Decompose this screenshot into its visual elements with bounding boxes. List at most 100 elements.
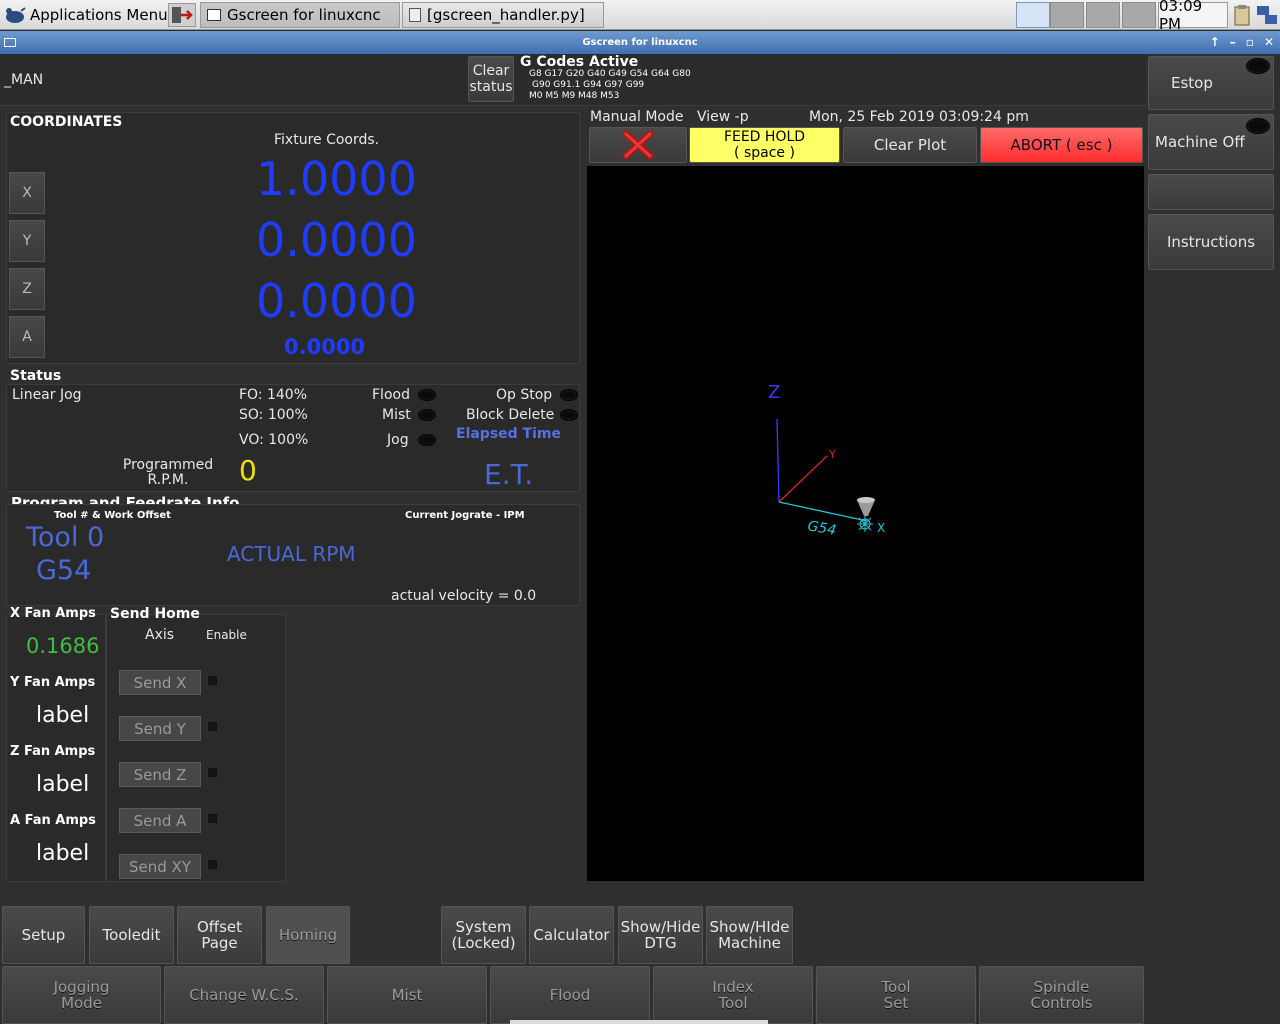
tool-set-button[interactable]: Tool Set [816,966,976,1024]
axis-y-button[interactable]: Y [9,220,45,262]
maximize-icon[interactable]: ▫ [1246,31,1254,54]
axis-a-button[interactable]: A [9,316,45,358]
block-delete-label: Block Delete [466,407,555,423]
logout-icon[interactable] [168,3,196,27]
coord-y-value: 0.0000 [256,213,417,267]
a-fan-value: label [36,841,90,866]
window-title: Gscreen for linuxcnc [582,37,698,48]
coord-z-value: 0.0000 [256,274,417,328]
op-stop-label: Op Stop [496,387,553,403]
abort-button[interactable]: ABORT ( esc ) [980,127,1143,163]
change-wcs-button[interactable]: Change W.C.S. [164,966,324,1024]
gcodes-title: G Codes Active [520,54,639,70]
send-z-enable[interactable] [208,768,217,777]
clock[interactable]: 03:09 PM [1158,0,1228,33]
send-x-enable[interactable] [208,676,217,685]
applications-menu[interactable]: Applications Menu [4,3,168,27]
mist-button[interactable]: Mist [327,966,487,1024]
clear-status-button[interactable]: Clear status [468,56,514,102]
send-xy-button[interactable]: Send XY [119,854,201,879]
spindle-controls-button[interactable]: Spindle Controls [979,966,1144,1024]
send-xy-enable[interactable] [208,860,217,869]
send-home-title: Send Home [110,606,200,622]
send-x-button[interactable]: Send X [119,670,201,695]
task-gscreen[interactable]: Gscreen for linuxcnc [200,2,400,28]
send-a-button[interactable]: Send A [119,808,201,833]
y-fan-value: label [36,703,90,728]
x-fan-value: 0.1686 [26,634,100,658]
flood-button[interactable]: Flood [490,966,650,1024]
xfce-mouse-icon [6,7,26,23]
send-y-enable[interactable] [208,722,217,731]
sticky-icon[interactable]: ↑ [1210,31,1220,54]
gcodes-line2: G90 G91.1 G94 G97 G99 [532,80,645,90]
task-gscreen-label: Gscreen for linuxcnc [227,6,381,24]
machine-off-label: Machine Off [1155,133,1245,151]
offset-page-button[interactable]: Offset Page [177,906,262,964]
jogging-mode-button[interactable]: Jogging Mode [2,966,161,1024]
send-home-axis-label: Axis [145,627,175,643]
origin-marker-icon [857,516,873,532]
task-gscreen-handler[interactable]: [gscreen_handler.py] [402,2,604,28]
axis-x-label: X [877,521,885,535]
jog-mode: Linear Jog [12,387,82,403]
z-fan-label: Z Fan Amps [10,744,96,759]
send-home-panel [106,614,286,882]
workspace-2[interactable] [1050,2,1084,28]
toolpath-preview[interactable]: Z Y X G54 [587,166,1144,881]
window-controls: ↑ – ▫ ✕ [1210,31,1274,54]
programmed-rpm-label: Programmed R.P.M. [122,457,214,488]
scroll-indicator[interactable] [510,1020,768,1024]
applications-menu-label: Applications Menu [30,6,168,24]
calculator-button[interactable]: Calculator [529,906,614,964]
spindle-override: SO: 100% [239,407,308,423]
main-area: _MAN Clear status G Codes Active G8 G17 … [0,54,1280,1024]
elapsed-time-label: Elapsed Time [456,426,561,442]
tool-value: Tool 0 [26,522,105,553]
workspace-1[interactable] [1016,2,1050,28]
offset-value: G54 [36,555,92,586]
tool-offset-label: Tool # & Work Offset [54,510,171,521]
flood-label: Flood [372,387,410,403]
workspace-3[interactable] [1086,2,1120,28]
axis-x-button[interactable]: X [9,172,45,214]
workspace-4[interactable] [1122,2,1156,28]
send-z-button[interactable]: Send Z [119,762,201,787]
task-handler-label: [gscreen_handler.py] [427,6,585,24]
tool-cone-icon [857,497,875,516]
show-hide-dtg-button[interactable]: Show/Hide DTG [618,906,703,964]
instructions-button[interactable]: Instructions [1148,214,1274,270]
homing-button[interactable]: Homing [266,906,350,964]
actual-rpm: ACTUAL RPM [227,542,356,566]
window-titlebar[interactable]: Gscreen for linuxcnc ↑ – ▫ ✕ [0,31,1280,54]
send-home-enable-label: Enable [206,628,247,642]
index-tool-button[interactable]: Index Tool [653,966,813,1024]
mode-label: Manual Mode [590,109,684,125]
estop-label: Estop [1171,74,1213,92]
coordinates-title: COORDINATES [10,114,123,130]
show-hide-machine-button[interactable]: Show/HIde Machine [706,906,793,964]
op-stop-led [560,389,578,401]
block-delete-led [560,409,578,421]
system-button[interactable]: System (Locked) [441,906,526,964]
send-a-enable[interactable] [208,814,217,823]
window-menu-icon[interactable] [4,38,16,47]
clipboard-icon[interactable] [1232,4,1252,26]
coordinates-subtitle: Fixture Coords. [274,132,380,148]
coord-a-value: 0.0000 [284,335,366,359]
cycle-stop-button[interactable] [589,127,687,163]
close-icon[interactable]: ✕ [1264,31,1274,54]
gcodes-line1: G8 G17 G20 G40 G49 G54 G64 G80 [529,69,691,79]
minimize-icon[interactable]: – [1230,31,1236,54]
setup-button[interactable]: Setup [2,906,85,964]
mist-led [418,409,436,421]
network-icon[interactable] [1256,4,1278,26]
axis-y-label: Y [828,448,836,461]
tooledit-button[interactable]: Tooledit [89,906,174,964]
axis-z-button[interactable]: Z [9,268,45,310]
clear-plot-button[interactable]: Clear Plot [843,127,977,163]
elapsed-time-value: E.T. [484,458,534,491]
feed-hold-button[interactable]: FEED HOLD ( space ) [689,127,840,163]
blank-button[interactable] [1148,174,1274,210]
send-y-button[interactable]: Send Y [119,716,201,741]
